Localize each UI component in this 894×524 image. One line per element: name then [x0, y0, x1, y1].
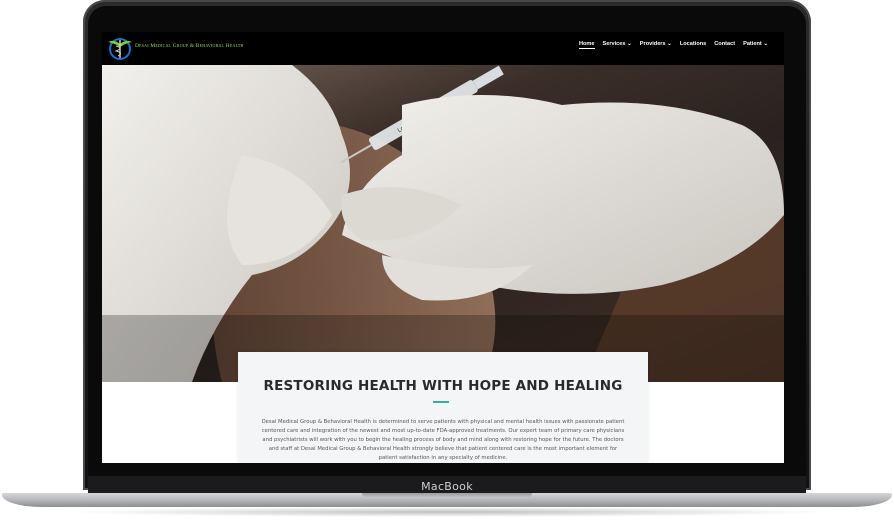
logo-text[interactable]: Desai Medical Group & Behavioral Health — [135, 43, 244, 49]
intro-body: Desai Medical Group & Behavioral Health … — [261, 419, 625, 462]
nav-contact[interactable]: Contact — [714, 41, 735, 49]
laptop-shadow — [60, 507, 834, 517]
website-viewport: Desai Medical Group & Behavioral Health … — [102, 32, 784, 463]
nav-services-label: Services — [602, 41, 626, 47]
main-menu: Home Services ⌄ Providers ⌄ Locations Co… — [578, 41, 768, 49]
chevron-down-icon: ⌄ — [627, 41, 632, 47]
hero-image: Loading — [102, 65, 784, 382]
laptop-notch — [362, 493, 532, 498]
site-header: Desai Medical Group & Behavioral Health … — [102, 32, 784, 65]
nav-home[interactable]: Home — [578, 41, 595, 49]
nav-locations[interactable]: Locations — [680, 41, 706, 49]
nav-providers[interactable]: Providers ⌄ — [640, 41, 672, 49]
chevron-down-icon: ⌄ — [667, 41, 672, 47]
laptop-brand-label: MacBook — [421, 480, 473, 493]
chevron-down-icon: ⌄ — [763, 41, 768, 47]
title-divider — [433, 401, 449, 403]
caduceus-logo-icon[interactable] — [106, 35, 134, 61]
nav-patient-label: Patient — [743, 41, 762, 47]
nav-patient[interactable]: Patient ⌄ — [743, 41, 768, 49]
nav-services[interactable]: Services ⌄ — [603, 41, 632, 49]
intro-card: RESTORING HEALTH WITH HOPE AND HEALING D… — [238, 352, 648, 463]
intro-title: RESTORING HEALTH WITH HOPE AND HEALING — [263, 378, 623, 394]
nav-providers-label: Providers — [639, 41, 666, 47]
vaccine-injection-photo-icon: Loading — [102, 65, 784, 382]
